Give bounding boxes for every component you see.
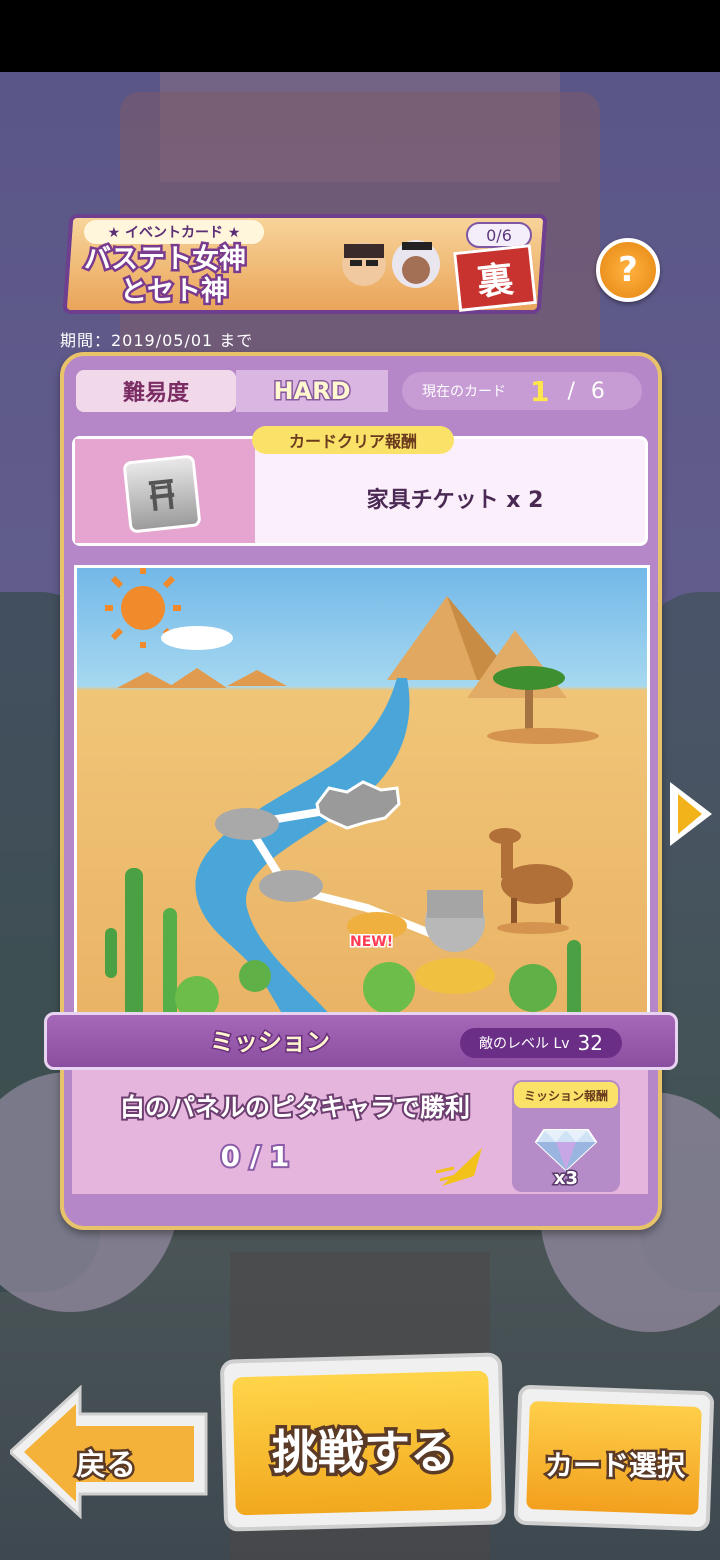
event-title-line2: とセト神: [118, 274, 231, 310]
event-characters-illustration: [342, 240, 440, 288]
event-period: 期間：2019/05/01 まで: [60, 331, 254, 350]
card-reward-tag: カードクリア報酬: [252, 426, 454, 454]
enemy-level-value: 32: [577, 1031, 603, 1055]
current-card-label: 現在のカード: [422, 384, 506, 400]
next-card-arrow-icon[interactable]: [664, 778, 716, 850]
stage-map: [74, 565, 650, 1025]
question-icon: ?: [618, 250, 638, 290]
total-cards: 6: [590, 378, 605, 404]
new-badge: NEW!: [348, 933, 394, 952]
desert-map-illustration: [105, 568, 599, 1022]
diamond-icon: [534, 1129, 598, 1172]
mission-reward-count: x3: [552, 1167, 579, 1191]
mission-description: 白のパネルのピタキャラで勝利: [118, 1091, 472, 1124]
mission-progress: 0 / 1: [219, 1138, 292, 1175]
quill-pen-icon: [436, 1148, 482, 1186]
ura-stamp: 裏: [453, 244, 537, 312]
difficulty-value: HARD: [236, 370, 388, 412]
card-select-button-label: カード選択: [542, 1447, 687, 1485]
event-card-tag: ★ イベントカード ★: [84, 220, 264, 244]
chair-glyph-icon: [148, 478, 175, 511]
current-card-separator: /: [567, 378, 575, 404]
mission-reward-label: ミッション報酬: [514, 1082, 618, 1108]
event-title: バステト女神 とセト神: [82, 242, 324, 310]
current-card-indicator: 現在のカード 1 / 6: [402, 372, 642, 410]
current-card-number: 1: [530, 374, 550, 408]
event-title-line1: バステト女神: [82, 242, 249, 278]
mission-title: ミッション: [209, 1027, 332, 1058]
card-reward-text: 家具チケット x 2: [366, 488, 544, 513]
enemy-level-badge: 敵のレベル Lv 32: [460, 1028, 622, 1058]
enemy-level-label: 敵のレベル Lv: [479, 1036, 570, 1052]
back-button-label: 戻る: [74, 1446, 139, 1486]
help-button[interactable]: ?: [596, 238, 660, 302]
challenge-button-label: 挑戦する: [269, 1422, 460, 1483]
difficulty-label: 難易度: [76, 370, 236, 412]
chair-ticket-icon: [122, 454, 202, 534]
status-bar: [0, 0, 720, 72]
